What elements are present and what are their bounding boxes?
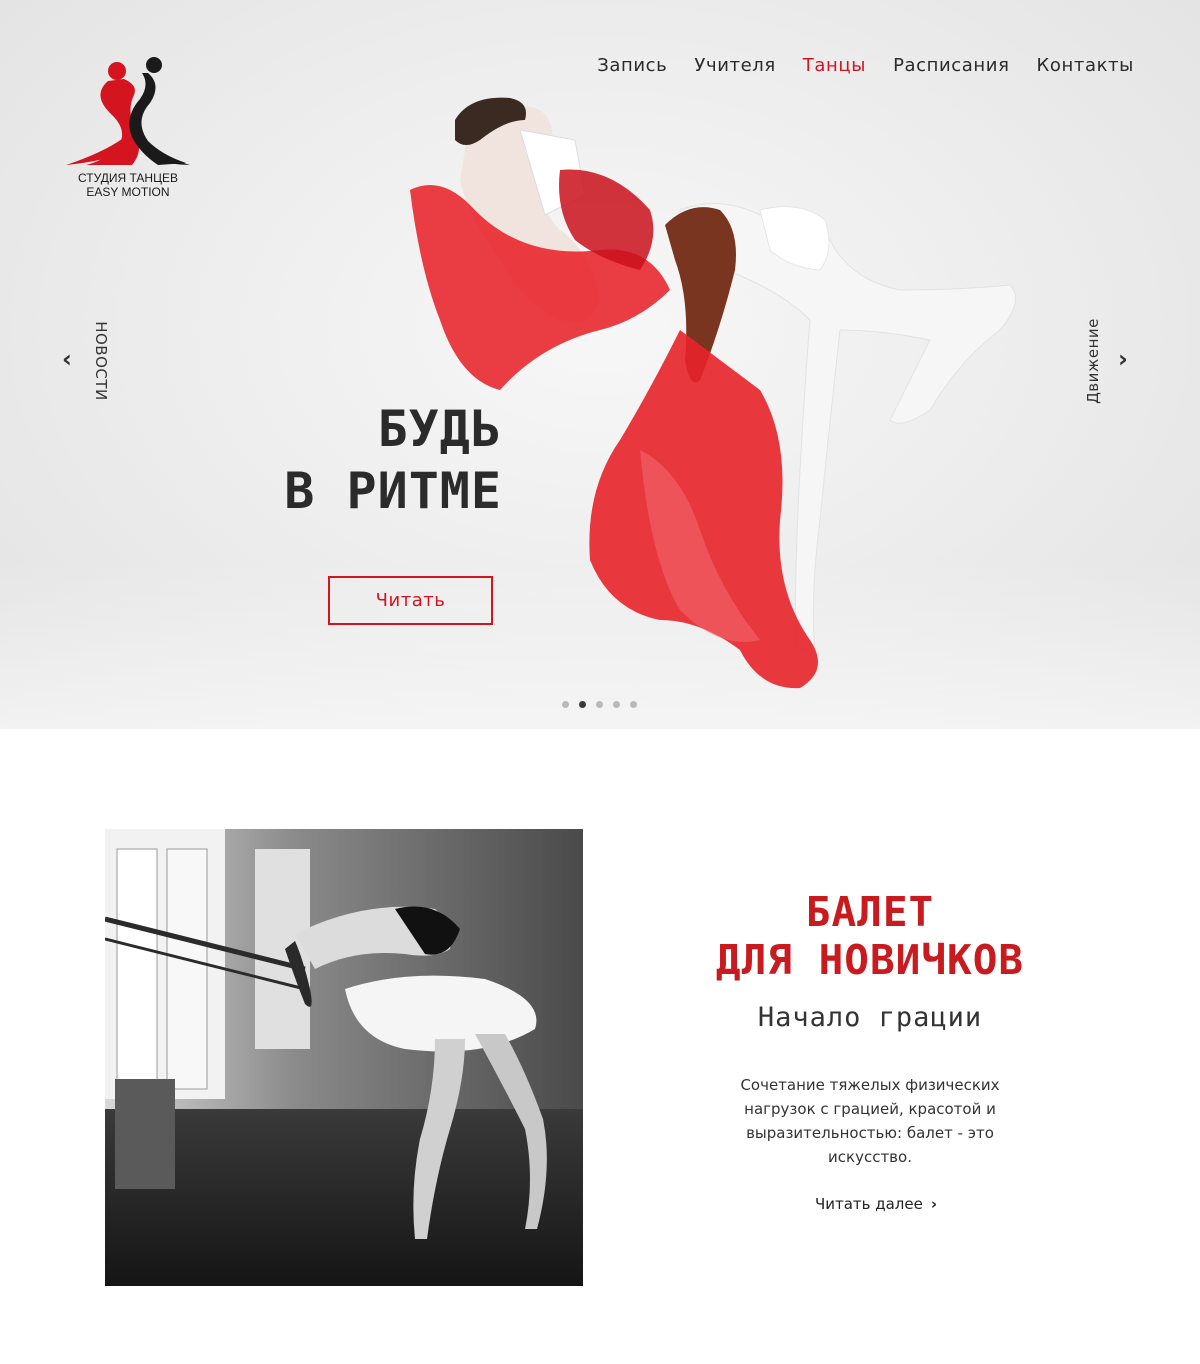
slider-dot-5[interactable]: [630, 701, 637, 708]
slider-dot-3[interactable]: [596, 701, 603, 708]
article-title-line-2: ДЛЯ НОВИЧКОВ: [715, 936, 1025, 984]
nav-item-teachers[interactable]: Учителя: [694, 55, 775, 76]
chevron-right-icon: ›: [930, 1195, 938, 1213]
next-slide-arrow-icon[interactable]: ›: [1118, 345, 1128, 373]
ballet-photo: [105, 829, 583, 1286]
prev-slide-label[interactable]: НОВОСТИ: [92, 316, 110, 406]
logo-line-1: СТУДИЯ ТАНЦЕВ: [78, 171, 178, 185]
read-more-label: Читать далее: [814, 1195, 923, 1213]
slider-dot-1[interactable]: [562, 701, 569, 708]
studio-logo[interactable]: СТУДИЯ ТАНЦЕВ EASY MOTION: [62, 55, 194, 200]
nav-item-zapis[interactable]: Запись: [597, 55, 667, 76]
hero-headline: БУДЬ В РИТМЕ: [200, 398, 502, 522]
article-title-line-1: БАЛЕТ: [805, 888, 935, 936]
read-button[interactable]: Читать: [328, 576, 493, 625]
article-subtitle: Начало грации: [757, 1002, 983, 1033]
article-title: БАЛЕТ ДЛЯ НОВИЧКОВ: [660, 888, 1080, 984]
nav-item-schedule[interactable]: Расписания: [893, 55, 1009, 76]
main-nav: Запись Учителя Танцы Расписания Контакты: [570, 55, 1134, 76]
read-more-link[interactable]: Читать далее ›: [815, 1195, 937, 1213]
logo-text: СТУДИЯ ТАНЦЕВ EASY MOTION: [62, 171, 194, 199]
slider-dot-2[interactable]: [579, 701, 586, 708]
hero-headline-line-2: В РИТМЕ: [284, 462, 502, 520]
nav-item-contacts[interactable]: Контакты: [1037, 55, 1134, 76]
prev-slide-arrow-icon[interactable]: ‹: [62, 345, 72, 373]
nav-item-dances[interactable]: Танцы: [803, 55, 866, 76]
article-body: Сочетание тяжелых физических нагрузок с …: [740, 1076, 1000, 1166]
next-slide-label[interactable]: Движение: [1084, 316, 1102, 406]
slider-dot-4[interactable]: [613, 701, 620, 708]
logo-line-2: EASY MOTION: [86, 185, 170, 199]
hero-headline-line-1: БУДЬ: [377, 400, 502, 458]
hero-slider: СТУДИЯ ТАНЦЕВ EASY MOTION Запись Учителя…: [0, 0, 1200, 729]
article-ballet: БАЛЕТ ДЛЯ НОВИЧКОВ Начало грации Сочетан…: [660, 888, 1080, 1213]
slider-dots: [562, 701, 647, 708]
dancers-logo-icon: [66, 57, 190, 165]
